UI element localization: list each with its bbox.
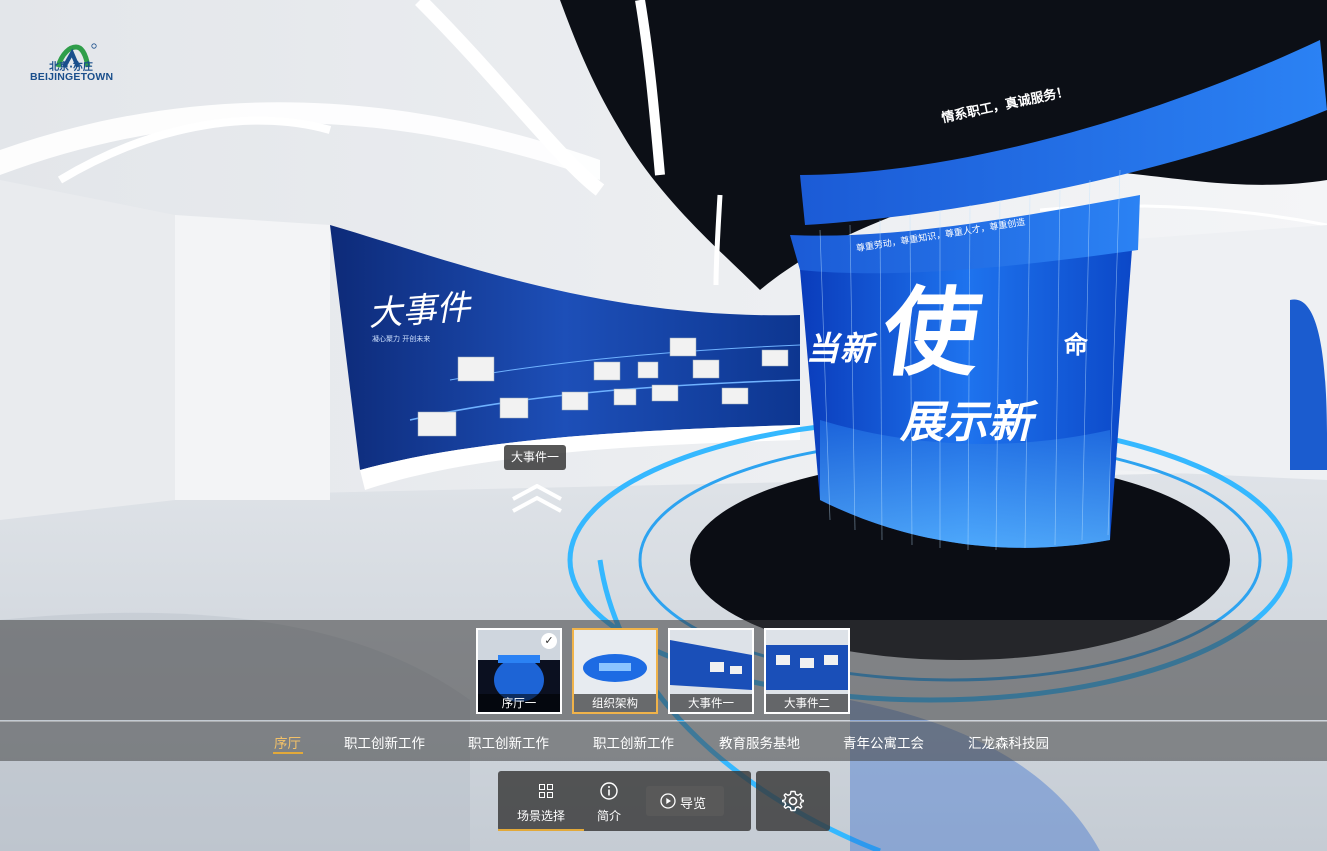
scene-group-tabs: 序厅 职工创新工作 职工创新工作 职工创新工作 教育服务基地 青年公寓工会 汇龙… [0,721,1327,761]
double-chevron-up-icon[interactable] [510,484,564,514]
scene-thumbnail-selected[interactable]: 组织架构 [572,628,658,714]
cylinder-small-char: 命 [1064,331,1088,359]
thumbnail-label: 大事件一 [670,694,752,712]
tab-innovation-2[interactable]: 职工创新工作 [468,732,549,752]
active-tab-indicator [273,752,303,754]
tab-youth-apartment[interactable]: 青年公寓工会 [843,732,924,752]
scene-select-button[interactable]: 场景选择 [498,771,584,831]
thumbnail-label: 序厅一 [478,694,560,712]
tab-education-base[interactable]: 教育服务基地 [719,732,800,752]
scene-thumbnail-strip: ✓ 序厅一 组织架构 大事件一 大事件二 [0,620,1327,720]
cylinder-text-line2: 展示新 [900,397,1032,448]
logo-en-text: BEIJINGETOWN [30,71,114,83]
check-icon: ✓ [541,633,557,649]
active-tool-indicator [498,829,584,831]
scene-thumbnail[interactable]: ✓ 序厅一 [476,628,562,714]
tab-huilongsen[interactable]: 汇龙森科技园 [968,732,1049,752]
cylinder-big-char: 使 [875,276,988,389]
info-icon [600,782,618,800]
tab-innovation-3[interactable]: 职工创新工作 [593,732,674,752]
scene-select-label: 场景选择 [516,809,565,823]
tab-innovation-1[interactable]: 职工创新工作 [344,732,425,752]
grid-icon [539,784,553,798]
poster-subtitle: 凝心聚力 开创未来 [372,335,431,343]
poster-title: 大事件 [366,287,472,335]
thumbnail-label: 组织架构 [574,694,656,712]
play-circle-icon [660,793,676,809]
intro-button[interactable]: 简介 [584,771,634,831]
guide-label: 导览 [680,797,707,812]
settings-button[interactable] [756,771,830,831]
thumbnail-label: 大事件二 [766,694,848,712]
bottom-toolbar: 场景选择 简介 导览 [498,771,751,831]
cylinder-text-line1: 当新 [806,329,874,368]
tab-xuting[interactable]: 序厅 [274,732,301,752]
intro-label: 简介 [596,809,621,823]
gear-icon [782,790,804,812]
scene-thumbnail[interactable]: 大事件二 [764,628,850,714]
guide-button[interactable]: 导览 [646,786,724,816]
hotspot-label[interactable]: 大事件一 [504,445,567,470]
scene-thumbnail[interactable]: 大事件一 [668,628,754,714]
